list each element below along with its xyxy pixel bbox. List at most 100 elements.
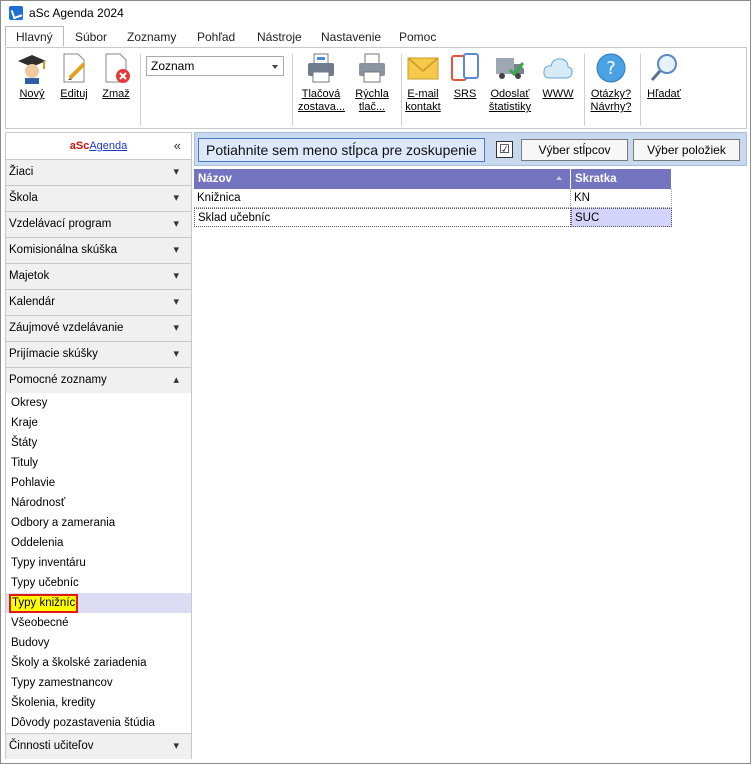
sidebar-item-typy-zamestnancov[interactable]: Typy zamestnancov [6,673,191,693]
printer-icon [305,52,337,84]
sidebar-item-skoly[interactable]: Školy a školské zariadenia [6,653,191,673]
cell-skratka[interactable]: KN [571,189,672,208]
sidebar-item-okresy[interactable]: Okresy [6,393,191,413]
sidebar-item-staty[interactable]: Štáty [6,433,191,453]
chevron-double-down-icon: ▾ [173,218,179,230]
chevron-double-down-icon: ▾ [173,348,179,360]
truck-icon [494,52,526,84]
quick-print-button[interactable]: Rýchla tlač... [349,52,395,114]
brand-link[interactable]: aScAgenda « [6,133,191,159]
group-by-drop-area[interactable]: Potiahnite sem meno stĺpca pre zoskupeni… [198,138,485,162]
questions-button[interactable]: ? Otázky? Návrhy? [588,52,634,114]
help-icon: ? [595,52,627,84]
ribbon: Nový Edituj Zmaž Zoznam Tlačová zostava.… [5,47,747,129]
section-label: Prijímacie skúšky [9,348,98,360]
app-window: aSc Agenda 2024 Hlavný Súbor Zoznamy Poh… [0,0,751,764]
sidebar-item-tituly[interactable]: Tituly [6,453,191,473]
brand-agenda: Agenda [89,140,128,152]
section-komisionalna-skuska[interactable]: Komisionálna skúška ▾ [6,237,191,263]
list-view-select[interactable]: Zoznam [146,56,284,76]
srs-button[interactable]: SRS [448,52,482,101]
send-statistics-label-2: štatistiky [488,101,532,113]
chevron-double-down-icon: ▾ [173,166,179,178]
print-report-label-1: Tlačová [301,88,341,100]
section-cinnosti-ucitelov[interactable]: Činnosti učiteľov ▾ [6,733,191,759]
select-columns-button[interactable]: Výber stĺpcov [521,139,628,161]
column-header-skratka[interactable]: Skratka [571,169,672,189]
chevron-double-up-icon: ▴ [173,374,179,386]
table-row[interactable]: Knižnica KN [194,189,672,208]
quick-print-label-2: tlač... [358,101,386,113]
search-label: Hľadať [647,88,681,100]
chevron-double-down-icon: ▾ [173,192,179,204]
sidebar-item-oddelenia[interactable]: Oddelenia [6,533,191,553]
cell-skratka[interactable]: SUC [571,208,672,227]
section-vzdelavaci-program[interactable]: Vzdelávací program ▾ [6,211,191,237]
edit-label: Edituj [60,88,88,100]
cell-nazov[interactable]: Knižnica [194,189,571,208]
email-label-2: kontakt [405,101,441,113]
tab-pomoc[interactable]: Pomoc [389,27,446,47]
sidebar-item-kraje[interactable]: Kraje [6,413,191,433]
sidebar-item-pohlavie[interactable]: Pohlavie [6,473,191,493]
sidebar-item-typy-ucebnic[interactable]: Typy učebníc [6,573,191,593]
search-icon [648,52,680,84]
section-prijimacie-skusky[interactable]: Prijímacie skúšky ▾ [6,341,191,367]
send-statistics-label-1: Odoslať [490,88,530,100]
app-logo-icon [9,6,23,20]
section-zaujmove-vzdelavanie[interactable]: Záujmové vzdelávanie ▾ [6,315,191,341]
collapse-sidebar-icon[interactable]: « [174,133,181,159]
tab-hlavny[interactable]: Hlavný [5,26,64,46]
sidebar-item-skolenia[interactable]: Školenia, kredity [6,693,191,713]
edit-button[interactable]: Edituj [56,52,92,101]
delete-button[interactable]: Zmaž [98,52,134,101]
quick-printer-icon [356,52,388,84]
list-view-select-value: Zoznam [151,59,195,73]
new-button[interactable]: Nový [14,52,50,101]
sidebar-item-typy-inventaru[interactable]: Typy inventáru [6,553,191,573]
tab-pohlad[interactable]: Pohľad [187,27,245,47]
svg-text:?: ? [606,58,616,79]
send-statistics-button[interactable]: Odoslať štatistiky [486,52,534,114]
print-report-button[interactable]: Tlačová zostava... [298,52,345,114]
chevron-double-down-icon: ▾ [173,322,179,334]
delete-label: Zmaž [102,88,130,100]
grid-header: Názov Skratka [194,169,672,189]
search-button[interactable]: Hľadať [644,52,684,101]
sidebar-item-budovy[interactable]: Budovy [6,633,191,653]
sidebar-item-dovody[interactable]: Dôvody pozastavenia štúdia [6,713,191,733]
section-pomocne-zoznamy[interactable]: Pomocné zoznamy ▴ [6,367,191,393]
www-button[interactable]: WWW [538,52,578,101]
ribbon-separator [640,54,641,126]
www-label: WWW [542,88,574,100]
select-items-button[interactable]: Výber položiek [633,139,740,161]
cell-nazov[interactable]: Sklad učebníc [194,208,571,227]
tab-nastavenie[interactable]: Nastavenie [311,27,391,47]
grid-toolbar: Potiahnite sem meno stĺpca pre zoskupeni… [194,132,747,166]
chevron-double-down-icon: ▾ [173,270,179,282]
navigation-sidebar: aScAgenda « Žiaci ▾ Škola ▾ Vzdelávací pro… [5,132,192,759]
sidebar-item-narodnost[interactable]: Národnosť [6,493,191,513]
filter-checkbox[interactable]: ☑ [496,141,513,158]
section-kalendar[interactable]: Kalendár ▾ [6,289,191,315]
tab-subor[interactable]: Súbor [65,27,117,47]
cloud-icon [542,52,574,84]
email-contact-button[interactable]: E-mail kontakt [404,52,442,114]
selected-item-label: Typy knižníc [9,594,79,613]
section-skola[interactable]: Škola ▾ [6,185,191,211]
table-row[interactable]: Sklad učebníc SUC [194,208,672,227]
sort-arrow-icon [556,176,562,180]
section-ziaci[interactable]: Žiaci ▾ [6,159,191,185]
section-majetok[interactable]: Majetok ▾ [6,263,191,289]
section-label: Záujmové vzdelávanie [9,322,124,334]
sidebar-item-vseobecne[interactable]: Všeobecné [6,613,191,633]
chevron-double-down-icon: ▾ [173,740,179,752]
tab-nastroje[interactable]: Nástroje [247,27,312,47]
sidebar-item-typy-kniznic[interactable]: Typy knižníc [6,593,191,613]
chevron-down-icon [272,65,278,69]
column-header-nazov[interactable]: Názov [194,169,571,189]
tab-zoznamy[interactable]: Zoznamy [117,27,186,47]
window-title: aSc Agenda 2024 [29,6,124,20]
phones-icon [449,52,481,84]
sidebar-item-odbory[interactable]: Odbory a zamerania [6,513,191,533]
